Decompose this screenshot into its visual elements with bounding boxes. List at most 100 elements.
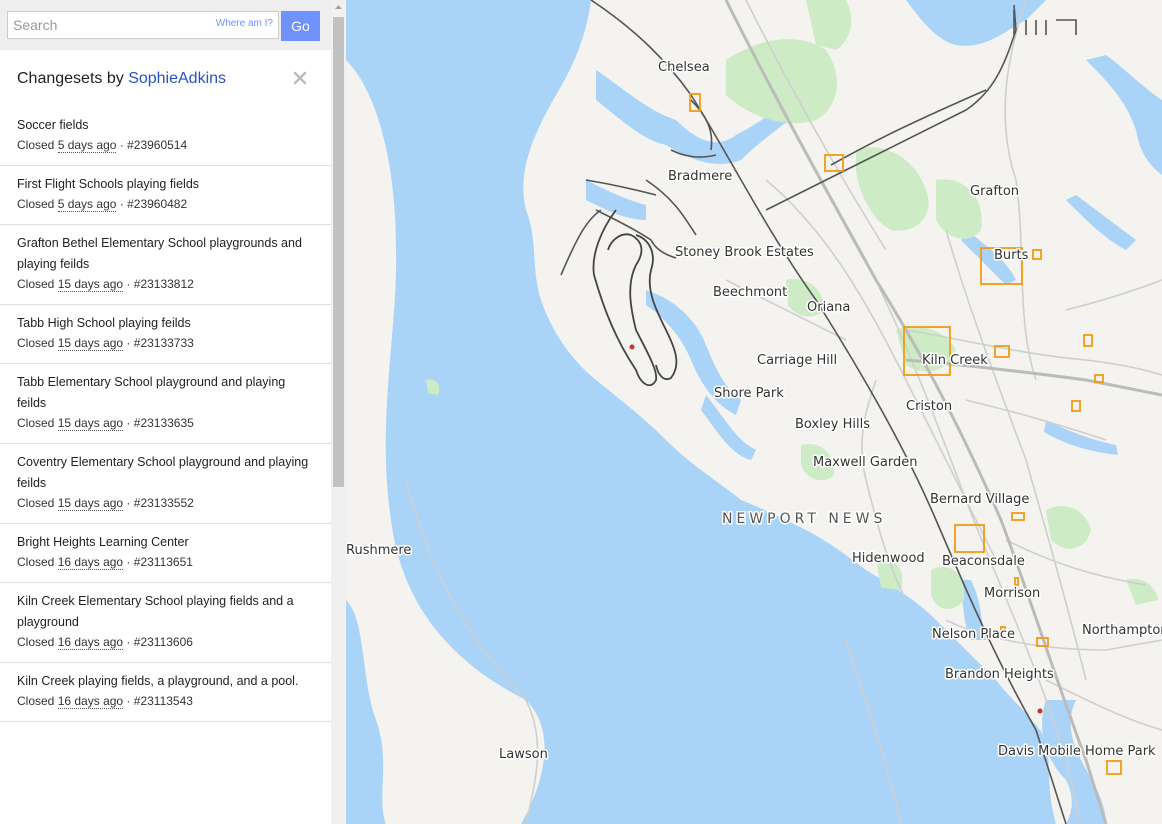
place-label: Rushmere xyxy=(346,543,411,558)
place-label: Shore Park xyxy=(714,386,784,401)
changeset-meta: Closed 5 days ago · #23960482 xyxy=(17,195,314,214)
changeset-id: #23133733 xyxy=(133,336,194,350)
changeset-time: 5 days ago xyxy=(57,197,117,212)
changeset-title[interactable]: First Flight Schools playing fields xyxy=(17,174,314,195)
place-label: Northampton xyxy=(1082,623,1162,638)
changeset-item[interactable]: Soccer fields Closed 5 days ago · #239605… xyxy=(0,107,331,166)
search-box: Where am I? xyxy=(7,11,279,39)
place-label: Davis Mobile Home Park xyxy=(998,744,1156,759)
changeset-time: 15 days ago xyxy=(57,336,124,351)
changeset-id: #23133812 xyxy=(133,277,194,291)
changeset-title[interactable]: Kiln Creek playing fields, a playground,… xyxy=(17,671,314,692)
changeset-meta: Closed 16 days ago · #23113543 xyxy=(17,692,314,711)
user-link[interactable]: SophieAdkins xyxy=(128,70,226,87)
changeset-item[interactable]: Tabb High School playing feilds Closed 15… xyxy=(0,305,331,364)
close-icon[interactable] xyxy=(292,70,308,86)
changeset-title[interactable]: Kiln Creek Elementary School playing fie… xyxy=(17,591,314,633)
changeset-time: 16 days ago xyxy=(57,694,124,709)
separator-dot: · xyxy=(116,138,128,152)
place-label: Oriana xyxy=(807,300,850,315)
changeset-status: Closed xyxy=(17,416,55,430)
changeset-title[interactable]: Tabb High School playing feilds xyxy=(17,313,314,334)
changeset-status: Closed xyxy=(17,277,55,291)
changeset-time: 16 days ago xyxy=(57,555,124,570)
place-label: Nelson Place xyxy=(932,627,1015,642)
place-label: Chelsea xyxy=(658,60,710,75)
scrollbar[interactable] xyxy=(331,0,346,824)
search-bar: Where am I? Go xyxy=(0,0,331,50)
changeset-title[interactable]: Bright Heights Learning Center xyxy=(17,532,314,553)
separator-dot: · xyxy=(123,277,134,291)
changeset-status: Closed xyxy=(17,694,55,708)
place-label: Burts xyxy=(994,248,1029,263)
changeset-meta: Closed 15 days ago · #23133733 xyxy=(17,334,314,353)
city-label: NEWPORT NEWS xyxy=(722,511,886,527)
changeset-status: Closed xyxy=(17,635,55,649)
changeset-meta: Closed 5 days ago · #23960514 xyxy=(17,136,314,155)
changeset-item[interactable]: Tabb Elementary School playground and pl… xyxy=(0,364,331,444)
separator-dot: · xyxy=(123,555,134,569)
separator-dot: · xyxy=(116,197,128,211)
changeset-id: #23113651 xyxy=(133,555,193,569)
changeset-meta: Closed 15 days ago · #23133635 xyxy=(17,414,314,433)
changeset-time: 15 days ago xyxy=(57,277,124,292)
changeset-item[interactable]: Bright Heights Learning Center Closed 16 … xyxy=(0,524,331,583)
changeset-time: 16 days ago xyxy=(57,635,124,650)
changeset-meta: Closed 15 days ago · #23133812 xyxy=(17,275,314,294)
changeset-id: #23960514 xyxy=(127,138,188,152)
changeset-id: #23960482 xyxy=(127,197,188,211)
panel-title-prefix: Changesets by xyxy=(17,70,124,87)
scroll-up-arrow-icon[interactable] xyxy=(331,0,346,15)
changeset-title[interactable]: Grafton Bethel Elementary School playgro… xyxy=(17,233,314,275)
place-label: Boxley Hills xyxy=(795,417,870,432)
changeset-item[interactable]: Grafton Bethel Elementary School playgro… xyxy=(0,225,331,305)
place-label: Carriage Hill xyxy=(757,353,837,368)
changeset-title[interactable]: Coventry Elementary School playground an… xyxy=(17,452,314,494)
changeset-meta: Closed 16 days ago · #23113606 xyxy=(17,633,314,652)
place-label: Morrison xyxy=(984,586,1040,601)
place-label: Grafton xyxy=(970,184,1019,199)
place-label: Kiln Creek xyxy=(922,353,988,368)
changeset-status: Closed xyxy=(17,138,55,152)
changeset-list: Soccer fields Closed 5 days ago · #239605… xyxy=(0,107,331,722)
changeset-status: Closed xyxy=(17,197,55,211)
separator-dot: · xyxy=(123,336,134,350)
changeset-id: #23113543 xyxy=(133,694,193,708)
changeset-time: 5 days ago xyxy=(57,138,117,153)
place-label: Hidenwood xyxy=(852,551,925,566)
changeset-id: #23113606 xyxy=(133,635,193,649)
changeset-status: Closed xyxy=(17,555,55,569)
where-am-i-link[interactable]: Where am I? xyxy=(216,18,273,29)
panel-title: Changesets by SophieAdkins xyxy=(17,70,226,88)
changeset-item[interactable]: Coventry Elementary School playground an… xyxy=(0,444,331,524)
changeset-meta: Closed 16 days ago · #23113651 xyxy=(17,553,314,572)
changeset-title[interactable]: Tabb Elementary School playground and pl… xyxy=(17,372,314,414)
place-label: Bradmere xyxy=(668,169,732,184)
changeset-item[interactable]: First Flight Schools playing fields Close… xyxy=(0,166,331,225)
sidebar: Where am I? Go Changesets by SophieAdkin… xyxy=(0,0,346,824)
search-input[interactable] xyxy=(8,12,213,38)
map[interactable]: Chelsea Bradmere Grafton Burts Stoney Br… xyxy=(346,0,1162,824)
separator-dot: · xyxy=(123,635,134,649)
changeset-item[interactable]: Kiln Creek playing fields, a playground,… xyxy=(0,663,331,722)
place-label: Beaconsdale xyxy=(942,554,1025,569)
place-label: Lawson xyxy=(499,747,548,762)
changeset-status: Closed xyxy=(17,496,55,510)
place-label: Criston xyxy=(906,399,952,414)
changeset-item[interactable]: Kiln Creek Elementary School playing fie… xyxy=(0,583,331,663)
changeset-status: Closed xyxy=(17,336,55,350)
place-label: Maxwell Garden xyxy=(813,455,918,470)
separator-dot: · xyxy=(123,496,134,510)
changeset-meta: Closed 15 days ago · #23133552 xyxy=(17,494,314,513)
separator-dot: · xyxy=(123,694,134,708)
place-label: Brandon Heights xyxy=(945,667,1054,682)
scrollbar-thumb[interactable] xyxy=(333,17,344,487)
place-label: Beechmont xyxy=(713,285,787,300)
changeset-time: 15 days ago xyxy=(57,496,124,511)
separator-dot: · xyxy=(123,416,134,430)
changeset-id: #23133635 xyxy=(133,416,194,430)
place-label: Bernard Village xyxy=(930,492,1029,507)
place-label: Stoney Brook Estates xyxy=(675,245,814,260)
go-button[interactable]: Go xyxy=(281,11,320,41)
changeset-title[interactable]: Soccer fields xyxy=(17,115,314,136)
